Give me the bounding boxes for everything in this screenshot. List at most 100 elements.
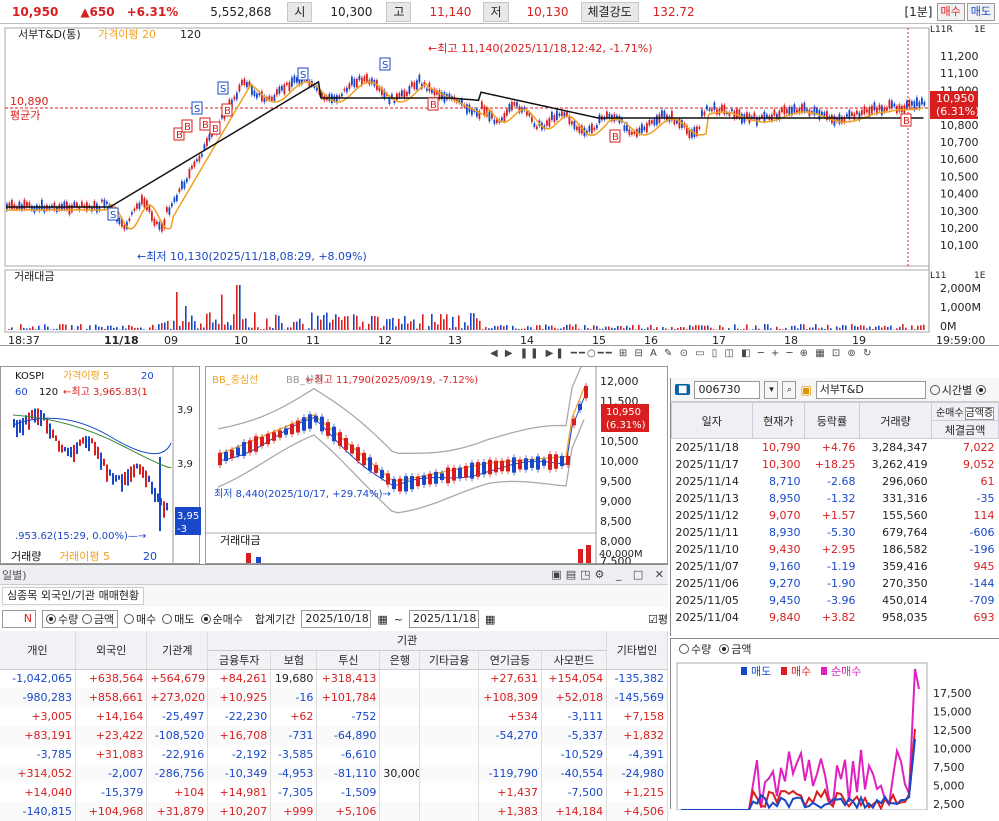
volume-bar — [230, 325, 232, 330]
table-row[interactable]: 2025/11/1710,300+18.253,262,4199,052 — [672, 456, 999, 473]
table-row[interactable]: -3,785+31,083-22,916-2,192-3,585-6,610-1… — [0, 745, 668, 764]
calendar-icon[interactable]: ▦ — [485, 613, 495, 626]
volume-bar — [545, 324, 547, 330]
volume-bar — [539, 325, 541, 330]
from-date-input[interactable]: 2025/10/18 — [301, 610, 371, 628]
avg-checkbox[interactable]: ☑평 — [648, 611, 668, 627]
daily-investor-panel[interactable]: ■ 006730 ▾ ⌕ ▣ 서부T&D 시간별 일자 현재가 등락률 거래량 … — [670, 378, 999, 636]
kospi-candle — [157, 493, 159, 502]
tab-investor[interactable]: 심종목 외국인/기관 매매현황 — [2, 587, 144, 605]
col-volume[interactable]: 거래량 — [859, 403, 931, 439]
y-tick-label: 10,300 — [940, 205, 979, 218]
chart-toolbar[interactable]: ◀ ▶ ❚❚ ▶❚ ━━○━━ ⊞ ⊟ A ✎ ⊙ ▭ ▯ ◫ ◧ ─ + ─ … — [490, 348, 990, 362]
table-cell — [479, 745, 542, 764]
col-trust[interactable]: 투신 — [317, 650, 380, 669]
kospi-candle — [58, 441, 60, 452]
buy-button[interactable]: 매수 — [937, 3, 965, 21]
table-row[interactable]: 2025/11/069,270-1.90270,350-144 — [672, 575, 999, 592]
volume-bar — [638, 325, 640, 330]
table-row[interactable]: 2025/11/109,430+2.95186,582-196 — [672, 541, 999, 558]
table-cell — [420, 669, 479, 688]
opt-buy[interactable]: 매수 — [124, 611, 156, 627]
table-row[interactable]: 2025/11/118,930-5.30679,764-606 — [672, 524, 999, 541]
col-private-fund[interactable]: 사모펀드 — [542, 650, 607, 669]
daily-chart-panel[interactable]: 12,00011,50011,00010,50010,0009,5009,000… — [205, 366, 668, 564]
col-other-corp[interactable]: 기타법인 — [607, 631, 668, 669]
volume-bar — [290, 327, 292, 330]
volume-bar — [596, 326, 598, 330]
volume-bar — [809, 328, 811, 330]
table-row[interactable]: 2025/11/138,950-1.32331,316-35 — [672, 490, 999, 507]
volume-bar — [272, 328, 274, 330]
radio-qty[interactable]: 수량 — [679, 641, 711, 657]
unit-group[interactable]: 수량 금액 — [42, 610, 118, 628]
table-row[interactable]: +3,005+14,164-25,497-22,230+62-752+534-3… — [0, 707, 668, 726]
radio-daily-icon[interactable] — [976, 385, 986, 395]
table-row[interactable]: -980,283+858,661+273,020+10,925-16+101,7… — [0, 688, 668, 707]
table-row[interactable]: 2025/11/129,070+1.57155,560114 — [672, 507, 999, 524]
col-other-fin[interactable]: 기타금융 — [420, 650, 479, 669]
interval-selector[interactable]: [1분] — [904, 3, 932, 20]
calendar-icon[interactable]: ▦ — [377, 613, 387, 626]
col-change[interactable]: 등락률 — [805, 403, 860, 439]
kospi-panel[interactable]: KOSPI 가격이평 5 20 60 120 ←최고 3,965.83(1 .9… — [0, 366, 200, 564]
volume-bar — [347, 316, 349, 330]
table-cell: +858,661 — [76, 688, 147, 707]
table-cell: 9,450 — [752, 592, 804, 609]
col-insurance[interactable]: 보험 — [271, 650, 317, 669]
radio-by-time[interactable]: 시간별 — [930, 382, 972, 398]
col-pension[interactable]: 연기금등 — [479, 650, 542, 669]
open-price: 10,300 — [330, 5, 372, 19]
table-row[interactable]: 2025/11/079,160-1.19359,416945 — [672, 558, 999, 575]
table-row[interactable]: 2025/11/148,710-2.68296,06061 — [672, 473, 999, 490]
table-row[interactable]: -140,815+104,968+31,879+10,207+999+5,106… — [0, 802, 668, 821]
window-controls[interactable]: ▣▤◳⚙ _ □ ✕ — [551, 568, 668, 581]
code-box[interactable]: N — [2, 610, 36, 628]
volume-bar — [752, 329, 754, 330]
volume-bar — [665, 328, 667, 330]
opt-net[interactable]: 순매수 — [201, 611, 243, 627]
investor-chart-panel[interactable]: 수량 금액 매도 매수 순매수 17,50015,00012,50010,000… — [670, 638, 999, 809]
col-date[interactable]: 일자 — [672, 403, 753, 439]
col-netbuy[interactable]: 순매수금액증 — [932, 403, 999, 421]
intraday-chart[interactable]: SSSSSBBBBBBBB 11,20011,10011,00010,90010… — [0, 24, 999, 346]
volume-bar — [215, 320, 217, 330]
table-row[interactable]: +83,191+23,422-108,520+16,708-731-64,890… — [0, 726, 668, 745]
volume-bar — [170, 329, 172, 330]
table-row[interactable]: 2025/11/1810,790+4.763,284,3477,022 — [672, 439, 999, 456]
volume-bar — [866, 328, 868, 330]
col-institution[interactable]: 기관계 — [147, 631, 208, 669]
code-dropdown-icon[interactable]: ▾ — [764, 381, 778, 399]
volume-bar — [11, 327, 13, 330]
stock-code-input[interactable]: 006730 — [694, 381, 760, 399]
radio-amount[interactable]: 금액 — [719, 641, 751, 657]
col-fin-invest[interactable]: 금융투자 — [208, 650, 271, 669]
sell-button[interactable]: 매도 — [967, 3, 995, 21]
search-icon[interactable]: ⌕ — [782, 381, 796, 399]
table-cell: -35 — [932, 490, 999, 507]
volume-bar — [722, 327, 724, 330]
col-foreign[interactable]: 외국인 — [76, 631, 147, 669]
col-individual[interactable]: 개인 — [0, 631, 76, 669]
table-row[interactable]: -1,042,065+638,564+564,679+84,26119,680+… — [0, 669, 668, 688]
table-row[interactable]: 2025/11/059,450-3.96450,014-709 — [672, 592, 999, 609]
investor-table-window[interactable]: 일별) ▣▤◳⚙ _ □ ✕ 심종목 외국인/기관 매매현황 N 수량 금액 매… — [0, 564, 668, 809]
table-row[interactable]: 2025/11/049,840+3.82958,035693 — [672, 609, 999, 626]
table-cell: 155,560 — [859, 507, 931, 524]
favorite-icon[interactable]: ▣ — [800, 383, 811, 397]
col-trade-amount[interactable]: 체결금액 — [932, 421, 999, 439]
volume-bar — [338, 317, 340, 330]
kospi-candle — [127, 469, 129, 485]
volume-bar — [650, 325, 652, 330]
table-row[interactable]: +14,040-15,379+104+14,981-7,305-1,509+1,… — [0, 783, 668, 802]
investor-y-tick: 17,500 — [933, 687, 972, 700]
table-row[interactable]: +314,052-2,007-286,756-10,349-4,953-81,1… — [0, 764, 668, 783]
col-bank[interactable]: 은행 — [380, 650, 420, 669]
col-price[interactable]: 현재가 — [752, 403, 804, 439]
intraday-chart-canvas[interactable]: SSSSSBBBBBBBB 11,20011,10011,00010,90010… — [0, 24, 999, 346]
y-tick-label: 11,200 — [940, 50, 979, 63]
volume-bar — [104, 329, 106, 330]
to-date-input[interactable]: 2025/11/18 — [409, 610, 479, 628]
x-tick-label: 12 — [378, 334, 392, 346]
opt-sell[interactable]: 매도 — [162, 611, 194, 627]
